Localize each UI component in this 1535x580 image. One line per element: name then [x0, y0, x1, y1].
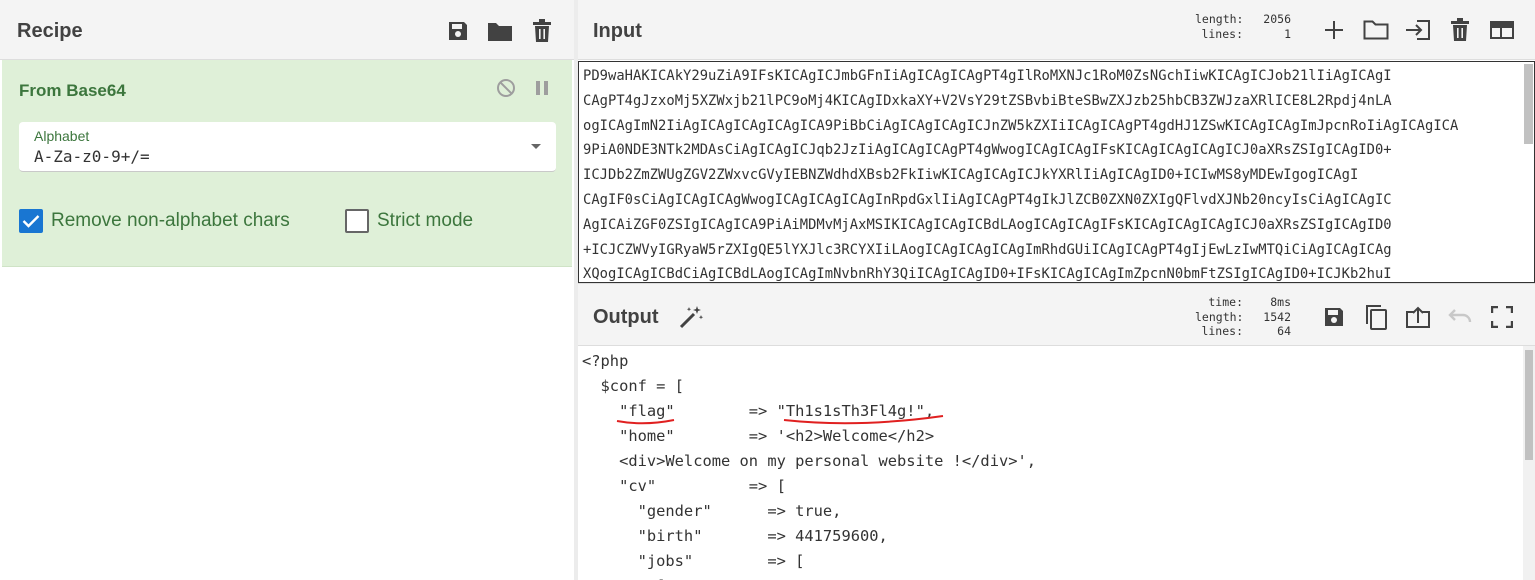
input-lines: 1 [1284, 26, 1291, 41]
trash-icon[interactable] [521, 16, 563, 46]
input-text[interactable]: PD9waHAKICAkY29uZiA9IFsKICAgICJmbGFnIiAg… [583, 64, 1519, 283]
input-toolbar [1313, 15, 1523, 45]
input-line: +ICJCZWVyIGRyaW5rZXIgQE5lYXJlc3RCYXIiLAo… [583, 241, 1392, 258]
trash-icon[interactable] [1439, 15, 1481, 45]
input-length: 2056 [1263, 12, 1291, 26]
output-stats: time: 8ms length: 1542 lines: 64 [1195, 295, 1291, 339]
output-line: [ [582, 574, 1036, 580]
layout-icon[interactable] [1481, 15, 1523, 45]
input-header: Input length: 2056 lines: 1 [578, 0, 1535, 60]
input-textarea[interactable]: PD9waHAKICAkY29uZiA9IFsKICAgICJmbGFnIiAg… [578, 61, 1535, 283]
output-line: "gender" => true, [582, 502, 842, 520]
input-title: Input [593, 20, 642, 42]
operation-controls [494, 76, 554, 100]
output-line: "cv" => [ [582, 477, 786, 495]
recipe-header: Recipe [0, 0, 574, 60]
input-scrollbar[interactable] [1524, 64, 1533, 144]
chevron-down-icon[interactable] [531, 144, 541, 149]
remove-nonalpha-label: Remove non-alphabet chars [51, 210, 290, 231]
output-scrollbar[interactable] [1523, 346, 1535, 580]
output-length: 1542 [1263, 309, 1291, 324]
undo-icon[interactable] [1439, 302, 1481, 332]
copy-icon[interactable] [1355, 302, 1397, 332]
checkbox-unchecked-icon[interactable] [345, 209, 369, 233]
input-line: PD9waHAKICAkY29uZiA9IFsKICAgICJmbGFnIiAg… [583, 68, 1392, 84]
recipe-panel: Recipe From Base64 Alphabet A-Za-z0-9+/=… [0, 0, 574, 580]
lines-label: lines: [1201, 324, 1243, 338]
input-line: AgICAiZGF0ZSIgICAgICA9PiAiMDMvMjAxMSIKIC… [583, 216, 1392, 233]
output-line: <div>Welcome on my personal website !</d… [582, 452, 1037, 470]
red-annotation-underline [616, 415, 944, 425]
move-to-input-icon[interactable] [1397, 302, 1439, 332]
input-line: CAgPT4gJzxoMj5XZWxjb21lPC9oMj4KICAgIDxka… [583, 92, 1392, 109]
input-panel: Input length: 2056 lines: 1 PD9waHAKICAkY2… [578, 0, 1535, 283]
output-header: Output time: 8ms length: 1542 lines: 64 [578, 283, 1535, 346]
folder-icon[interactable] [1355, 15, 1397, 45]
lines-label: lines: [1201, 26, 1243, 41]
magic-wand-icon[interactable] [678, 304, 704, 330]
output-time: 8ms [1270, 295, 1291, 309]
input-line: XQogICAgICBdCiAgICBdLAogICAgImNvbnRhY3Qi… [583, 266, 1392, 283]
save-icon[interactable] [437, 16, 479, 46]
alphabet-value: A-Za-z0-9+/= [34, 147, 150, 166]
output-panel: Output time: 8ms length: 1542 lines: 64 [578, 283, 1535, 580]
input-line: 9PiA0NDE3NTk2MDAsCiAgICAgICJqb2JzIiAgICA… [583, 142, 1392, 159]
strict-mode-checkbox[interactable]: Strict mode [345, 209, 473, 233]
plus-icon[interactable] [1313, 15, 1355, 45]
remove-nonalpha-checkbox[interactable]: Remove non-alphabet chars [19, 209, 290, 233]
pause-icon[interactable] [530, 76, 554, 100]
output-line: "birth" => 441759600, [582, 527, 888, 545]
output-textarea[interactable]: <?php $conf = [ "flag" => "Th1s1sTh3Fl4g… [578, 346, 1535, 580]
save-icon[interactable] [1313, 302, 1355, 332]
length-label: length: [1195, 309, 1244, 324]
disable-icon[interactable] [494, 76, 518, 100]
folder-icon[interactable] [479, 16, 521, 46]
output-toolbar [1313, 302, 1523, 332]
checkbox-checked-icon[interactable] [19, 209, 43, 233]
output-line: "jobs" => [ [582, 552, 805, 570]
alphabet-label: Alphabet [34, 128, 90, 144]
recipe-title: Recipe [17, 20, 83, 42]
operation-title: From Base64 [19, 81, 126, 100]
load-file-icon[interactable] [1397, 15, 1439, 45]
length-label: length: [1195, 12, 1244, 26]
input-line: ogICAgImN2IiAgICAgICAgICAgICA9PiBbCiAgIC… [583, 117, 1459, 134]
time-label: time: [1208, 295, 1243, 309]
recipe-header-icons [437, 16, 563, 46]
output-scrollbar-thumb[interactable] [1525, 350, 1533, 460]
strict-mode-label: Strict mode [377, 210, 474, 231]
input-stats: length: 2056 lines: 1 [1195, 12, 1291, 41]
operation-from-base64[interactable]: From Base64 Alphabet A-Za-z0-9+/= Remove… [2, 60, 572, 267]
input-line: CAgIF0sCiAgICAgICAgWwogICAgICAgICAgInRpd… [583, 191, 1392, 208]
maximize-icon[interactable] [1481, 302, 1523, 332]
input-line: ICJDb2ZmZWUgZGV2ZWxvcGVyIEBNZWdhdXBsb2Fk… [583, 167, 1359, 184]
output-title: Output [593, 306, 659, 328]
alphabet-select[interactable]: Alphabet A-Za-z0-9+/= [19, 122, 556, 172]
output-lines: 64 [1277, 324, 1291, 338]
